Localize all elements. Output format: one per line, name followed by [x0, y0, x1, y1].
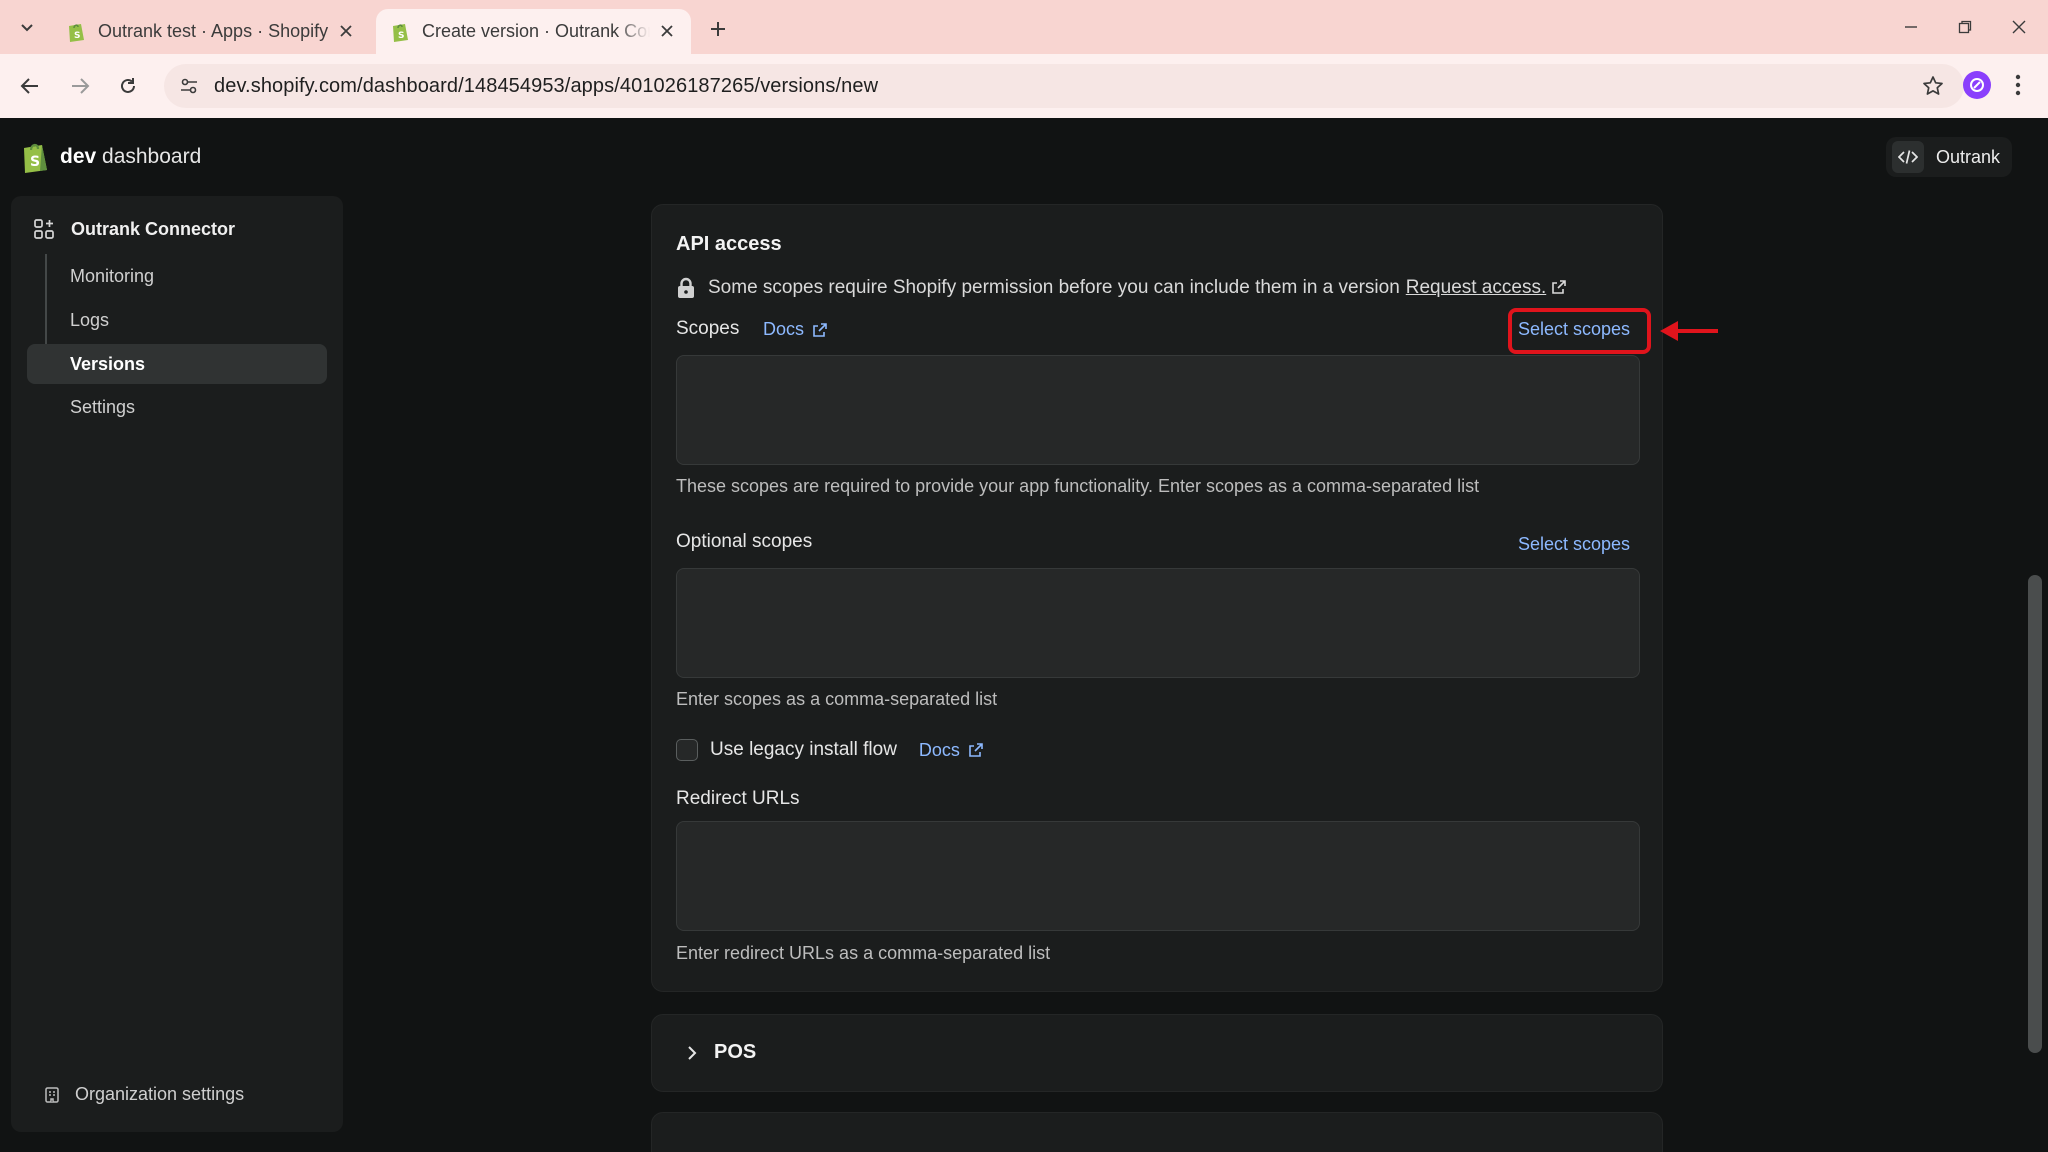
lock-icon — [678, 277, 694, 298]
arrow-left-icon — [1660, 321, 1718, 341]
reload-icon — [121, 78, 135, 93]
sidebar-app-name: Outrank Connector — [71, 218, 236, 239]
legacy-install-row: Use legacy install flow Docs — [676, 739, 984, 761]
minimize-button[interactable] — [1894, 12, 1928, 42]
brand-text: dev dashboard — [60, 145, 202, 168]
reload-button[interactable] — [112, 70, 144, 102]
close-window-button[interactable] — [2002, 12, 2036, 42]
close-icon[interactable] — [657, 21, 677, 41]
brand-logo[interactable]: S dev dashboard — [20, 140, 201, 174]
external-link-icon — [813, 322, 827, 337]
browser-toolbar: dev.shopify.com/dashboard/148454953/apps… — [0, 54, 2048, 118]
svg-text:S: S — [74, 31, 80, 41]
tab-search-button[interactable] — [12, 12, 42, 42]
page-scrollbar[interactable] — [2028, 575, 2042, 1053]
browser-tab-strip: S Outrank test · Apps · Shopify S Create… — [0, 0, 2048, 54]
optional-scopes-select-scopes-button[interactable]: Select scopes — [1518, 534, 1630, 555]
request-access-link[interactable]: Request access. — [1406, 277, 1567, 299]
scopes-label: Scopes — [676, 318, 740, 339]
sidebar-item-logs[interactable]: Logs — [27, 300, 327, 340]
sidebar-item-label: Versions — [70, 353, 146, 374]
site-info-icon[interactable] — [176, 73, 202, 99]
chevron-right-icon — [688, 1046, 697, 1060]
app-header: S dev dashboard Outrank — [0, 118, 2048, 196]
profile-icon[interactable] — [1963, 71, 1991, 99]
next-section-card — [651, 1112, 1663, 1152]
tab-outrank-test[interactable]: S Outrank test · Apps · Shopify — [52, 9, 370, 54]
external-link-icon — [1552, 280, 1567, 294]
forward-icon — [72, 78, 90, 94]
organization-label: Outrank — [1936, 146, 2001, 167]
close-icon — [2012, 20, 2026, 34]
pos-label: POS — [714, 1041, 757, 1063]
menu-icon[interactable] — [2006, 70, 2030, 100]
redirect-urls-help-text: Enter redirect URLs as a comma-separated… — [676, 943, 1051, 963]
optional-scopes-textarea[interactable] — [676, 568, 1640, 678]
redirect-urls-label: Redirect URLs — [676, 788, 800, 809]
back-button[interactable] — [14, 70, 46, 102]
optional-scopes-help-text: Enter scopes as a comma-separated list — [676, 689, 998, 709]
tab-title: Create version · Outrank Connector — [422, 21, 650, 41]
request-access-label: Request access. — [1405, 277, 1547, 298]
sidebar-item-monitoring[interactable]: Monitoring — [27, 256, 327, 296]
organization-switcher-button[interactable]: Outrank — [1886, 137, 2013, 177]
organization-settings-link[interactable]: Organization settings — [43, 1084, 244, 1105]
new-tab-button[interactable] — [703, 14, 733, 44]
restore-button[interactable] — [1948, 12, 1982, 42]
organization-settings-label: Organization settings — [75, 1084, 245, 1104]
restore-icon — [1958, 20, 1972, 34]
shopify-icon: S — [393, 23, 408, 42]
legacy-install-checkbox[interactable] — [676, 739, 698, 761]
apps-grid-icon — [34, 219, 54, 239]
svg-text:S: S — [398, 31, 404, 41]
legacy-install-docs-link[interactable]: Docs — [919, 740, 984, 761]
optional-scopes-label: Optional scopes — [676, 531, 813, 552]
star-icon[interactable] — [1920, 73, 1946, 99]
minimize-icon — [1905, 26, 1917, 28]
permission-notice: Some scopes require Shopify permission b… — [676, 277, 1567, 299]
docs-label: Docs — [763, 319, 805, 339]
url-text[interactable]: dev.shopify.com/dashboard/148454953/apps… — [214, 75, 878, 98]
code-icon — [1892, 141, 1924, 173]
redirect-urls-textarea[interactable] — [676, 821, 1640, 931]
sidebar-item-label: Monitoring — [70, 265, 155, 286]
address-bar[interactable]: dev.shopify.com/dashboard/148454953/apps… — [164, 64, 1964, 108]
sidebar-item-versions[interactable]: Versions — [27, 344, 327, 384]
scopes-docs-link[interactable]: Docs — [763, 319, 828, 340]
api-access-title: API access — [676, 233, 782, 255]
permission-notice-text: Some scopes require Shopify permission b… — [708, 277, 1400, 298]
shopify-icon: S — [69, 23, 84, 42]
building-icon — [45, 1086, 59, 1103]
shopify-bag-icon: S — [24, 143, 47, 173]
svg-text:S: S — [30, 154, 40, 170]
close-icon[interactable] — [336, 21, 356, 41]
tab-title: Outrank test · Apps · Shopify — [98, 21, 329, 41]
sidebar-item-label: Logs — [70, 309, 110, 330]
external-link-icon — [969, 743, 983, 757]
sidebar-item-label: Settings — [70, 396, 136, 417]
docs-label: Docs — [918, 739, 960, 760]
forward-button[interactable] — [64, 70, 96, 102]
scopes-textarea[interactable] — [676, 355, 1640, 465]
plus-icon — [711, 22, 725, 36]
sidebar-item-settings[interactable]: Settings — [27, 387, 327, 427]
scopes-help-text: These scopes are required to provide you… — [676, 476, 1480, 496]
sidebar-app-title[interactable]: Outrank Connector — [33, 218, 235, 240]
pos-section[interactable]: POS — [651, 1014, 1663, 1092]
legacy-install-label[interactable]: Use legacy install flow — [710, 739, 897, 761]
tab-create-version[interactable]: S Create version · Outrank Connector — [376, 9, 691, 54]
select-scopes-highlight — [1508, 308, 1651, 354]
chevron-down-icon — [21, 24, 33, 32]
back-icon — [20, 78, 38, 94]
sidebar: Outrank Connector Monitoring Logs Versio… — [11, 196, 343, 1132]
